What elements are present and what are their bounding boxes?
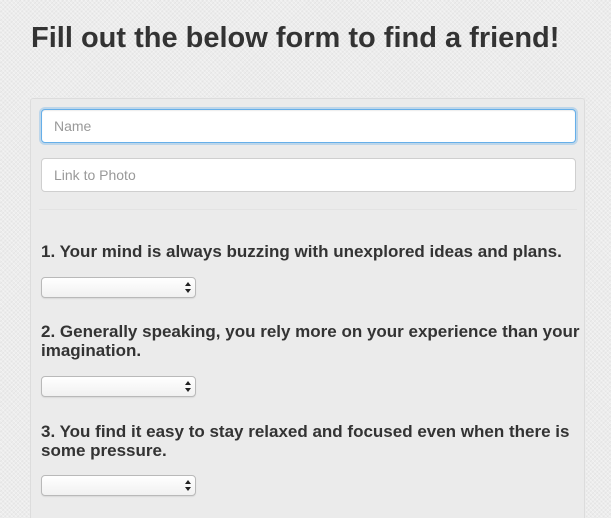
- question-1-label: 1. Your mind is always buzzing with unex…: [41, 242, 562, 261]
- updown-arrows-icon: [185, 282, 191, 293]
- page-title: Fill out the below form to find a friend…: [31, 22, 560, 54]
- find-friend-form: 1. Your mind is always buzzing with unex…: [30, 98, 585, 518]
- updown-arrows-icon: [185, 381, 191, 392]
- question-3-select[interactable]: [41, 475, 196, 496]
- question-3-label: 3. You find it easy to stay relaxed and …: [41, 422, 570, 460]
- question-1-select[interactable]: [41, 277, 196, 298]
- updown-arrows-icon: [185, 480, 191, 491]
- photo-link-input[interactable]: [41, 158, 576, 192]
- form-divider: [39, 209, 577, 210]
- name-input[interactable]: [41, 109, 576, 143]
- question-2-label: 2. Generally speaking, you rely more on …: [41, 322, 580, 360]
- question-2-select[interactable]: [41, 376, 196, 397]
